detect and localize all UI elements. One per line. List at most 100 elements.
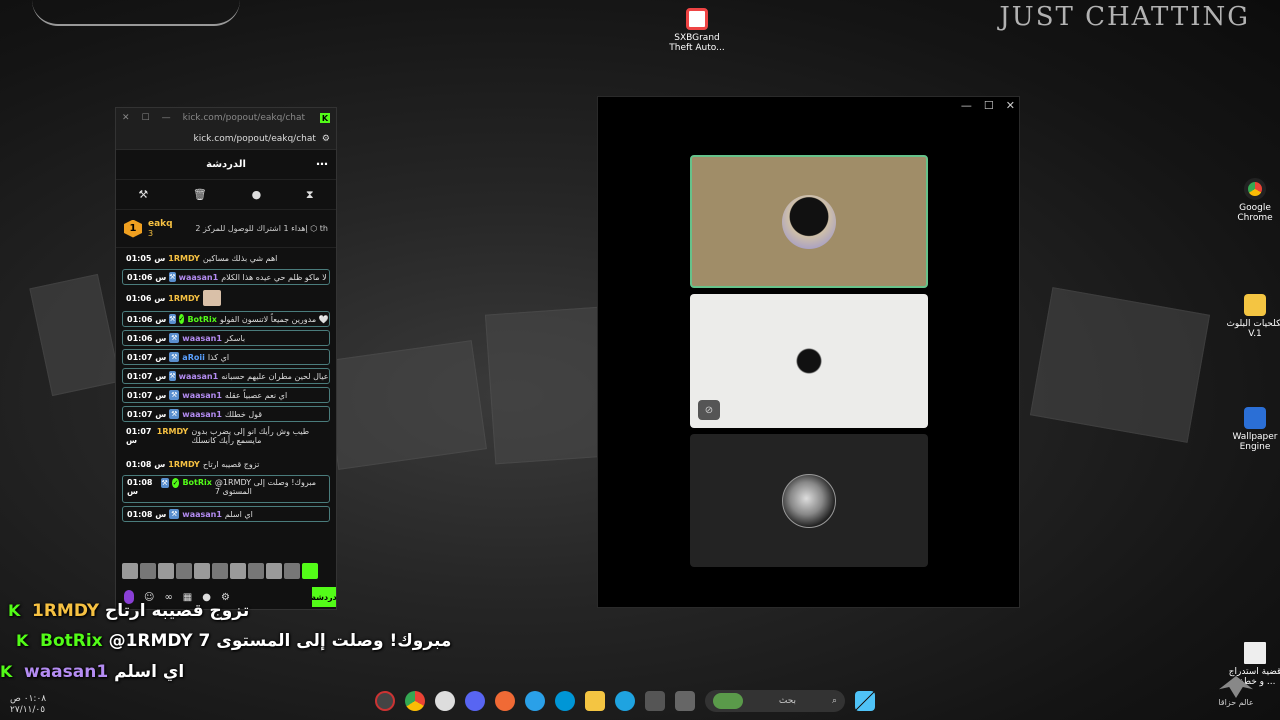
message-user[interactable]: waasan1 [182,334,222,343]
emote-button[interactable] [176,563,192,579]
message-text: لا ماكو ظلم حي عيده هذا الكلام [221,272,327,282]
desktop-icon-label: SXBGrand Theft Auto... [669,33,725,53]
message-user[interactable]: waasan1 [182,391,222,400]
maximize-icon[interactable]: ☐ [984,99,994,112]
close-icon[interactable]: ✕ [122,113,130,123]
site-settings-icon[interactable]: ⚙ [322,134,330,144]
search-placeholder: بحث [778,696,797,706]
chat-popout-window: ✕ ☐ — kick.com/popout/eakq/chat -... K k… [115,107,337,610]
emote-button[interactable] [122,563,138,579]
message-user[interactable]: BotRix [187,315,216,324]
message-user[interactable]: waasan1 [182,410,222,419]
moderator-badge-icon: ⚒ [169,390,180,400]
overlay-message: K BotRix @1RMDY مبروك! وصلت إلى المستوى 7 [0,631,451,651]
chat-message: 01:07 س ⚒ waasan1 قول خطلك [122,406,330,422]
send-button[interactable]: دردشة [311,587,337,607]
kick-logo-icon: K [0,662,13,681]
message-user[interactable]: aRoii [182,353,205,362]
chat-bubble-icon[interactable]: ● [252,188,262,201]
chat-message: 01:08 س ⚒ ✓ BotRix @1RMDY مبروك! وصلت إلى ال… [122,475,330,503]
message-user[interactable]: BotRix [182,478,211,487]
message-user[interactable]: 1RMDY [168,254,200,263]
emote-button[interactable] [212,563,228,579]
app-icon[interactable] [525,691,545,711]
message-user[interactable]: waasan1 [179,372,219,381]
search-box[interactable]: بحث ⌕ [705,690,845,712]
kick-logo-icon: K [8,601,21,620]
message-text: @1RMDY مبروك! وصلت إلى المستوى 7 [214,478,316,496]
search-icon: ⌕ [831,696,837,706]
eagle-logo-icon [1219,676,1253,698]
overlay-text: @1RMDY مبروك! وصلت إلى المستوى 7 [108,631,452,651]
trash-icon[interactable]: 🗑 [193,188,207,201]
windows-start-icon[interactable] [855,691,875,711]
maximize-icon[interactable]: ☐ [142,113,150,123]
file-explorer-icon[interactable] [585,691,605,711]
obs-icon[interactable] [375,691,395,711]
chat-message: 01:07 س ⚒ aRoii اي كذا [122,349,330,365]
browser-icon[interactable] [495,691,515,711]
emote-button[interactable] [266,563,282,579]
more-options-icon[interactable]: ⋯ [316,157,328,171]
verified-badge-icon: ✓ [178,314,185,324]
search-highlight-icon [713,693,743,709]
emote-button[interactable] [284,563,300,579]
chat-message: 01:07 س ⚒ waasan1 عيال لحين مطران عليهم حسب… [122,368,330,384]
message-user[interactable]: 1RMDY [168,460,200,469]
pinned-username[interactable]: eakq [148,219,173,229]
message-text: اي نعم عصبياً عقله [224,390,288,400]
eagle-moon-avatar [782,473,836,528]
hourglass-icon[interactable]: ⧗ [306,188,314,202]
minimize-icon[interactable]: — [961,99,972,112]
message-text: اهم شي بذلك مساكين [202,253,278,263]
discord-icon[interactable] [465,691,485,711]
moderator-badge-icon: ⚒ [169,272,176,282]
emote-button[interactable] [194,563,210,579]
chat-message-list: 01:05 س 1RMDY اهم شي بذلك مساكين 01:06 س ⚒ w… [116,248,336,524]
emote-button[interactable] [248,563,264,579]
clock-date: ٢٧/١١/٠٥ [10,705,46,715]
desktop-icon-gta[interactable]: SXBGrand Theft Auto... [667,8,727,53]
participant-tile[interactable]: ⊘ [690,294,928,428]
emote-button[interactable] [302,563,318,579]
task-view-icon[interactable] [675,691,695,711]
cat-avatar [782,194,836,249]
desktop-icon-label: تكلحيات البلوث V.1 [1226,319,1280,339]
minimize-icon[interactable]: — [162,113,171,123]
message-time: 01:08 س [126,459,166,469]
desktop-icon-wallpaper-engine[interactable]: Wallpaper Engine [1225,407,1280,452]
document-icon [1244,642,1266,664]
emote-button[interactable] [230,563,246,579]
chrome-icon[interactable] [405,691,425,711]
message-user[interactable]: 1RMDY [168,294,200,303]
message-time: 01:05 س [126,253,166,263]
overlay-user: 1RMDY [32,601,100,621]
steam-icon[interactable] [435,691,455,711]
kick-logo-icon: K [320,113,330,123]
edge-icon[interactable] [615,691,635,711]
emote-button[interactable] [140,563,156,579]
desktop-icon-folder[interactable]: تكلحيات البلوث V.1 [1225,294,1280,339]
watermark-text: عالم حزاقا [1218,698,1254,707]
message-time: 01:07 س [127,371,167,381]
chat-url[interactable]: kick.com/popout/eakq/chat [194,134,316,144]
message-user[interactable]: waasan1 [179,273,219,282]
message-time: 01:06 س [127,272,167,282]
chat-message: 01:07 س 1RMDY طيب وش رأيك انو إلى يضرب بدو… [122,425,330,453]
store-icon[interactable] [645,691,665,711]
hammer-icon[interactable]: ⚒ [138,188,148,201]
system-clock[interactable]: ٠١:٠٨ ص ٢٧/١١/٠٥ [10,694,46,716]
participant-tile[interactable] [690,155,928,288]
hp-icon[interactable] [555,691,575,711]
close-icon[interactable]: ✕ [1006,99,1015,112]
desktop-icon-chrome[interactable]: Google Chrome [1225,178,1280,223]
pinned-gift-banner: 1 eakq 3 إهداء 1 اشتراك للوصول للمركز 2 … [116,210,336,248]
overlay-text: اي اسلم [114,662,185,682]
overlay-message: K 1RMDY تزوج قصيبه ارتاح [0,601,249,621]
corner-watermark: عالم حزاقا [1206,676,1266,707]
message-user[interactable]: 1RMDY [157,427,189,436]
message-user[interactable]: waasan1 [182,510,222,519]
emote-button[interactable] [158,563,174,579]
participant-tile[interactable] [690,434,928,567]
chat-titlebar: ✕ ☐ — kick.com/popout/eakq/chat -... K [116,108,336,128]
